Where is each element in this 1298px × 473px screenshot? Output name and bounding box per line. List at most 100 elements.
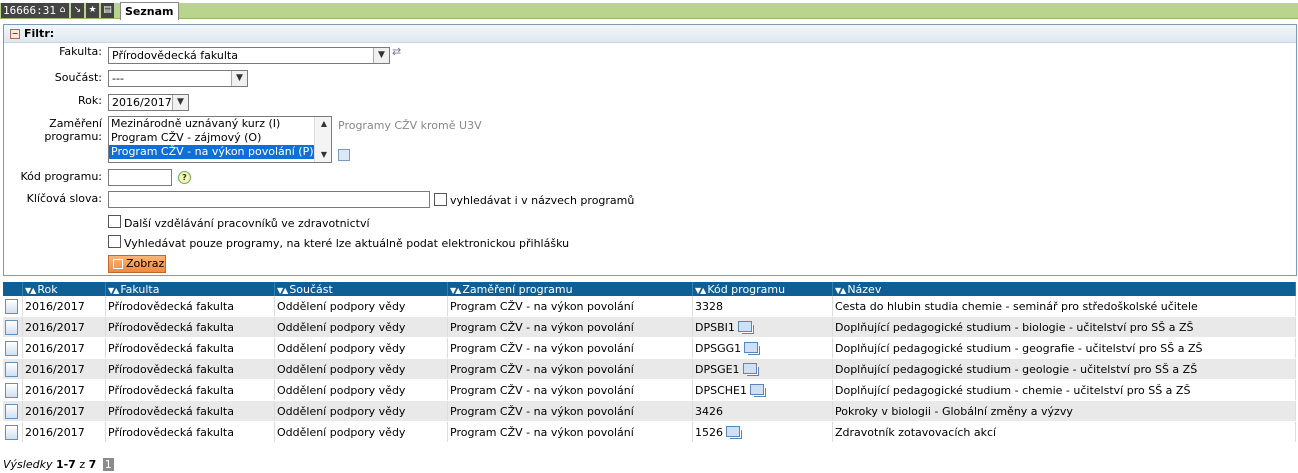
kod-input[interactable]: [108, 169, 172, 186]
document-icon[interactable]: [5, 340, 18, 356]
zdravotnictvi-checkbox[interactable]: [108, 215, 121, 228]
table-row[interactable]: 2016/2017 Přírodovědecká fakulta Oddělení …: [3, 337, 1296, 359]
nazev-value: Doplňující pedagogické studium - geograf…: [835, 341, 1203, 355]
table-row[interactable]: 2016/2017 Přírodovědecká fakulta Oddělení …: [3, 358, 1296, 380]
cell-nazev[interactable]: Pokroky v biologii - Globální změny a vý…: [832, 400, 1296, 422]
document-icon[interactable]: [5, 382, 18, 398]
column-header-fakulta[interactable]: ▼▲ Fakulta: [105, 282, 275, 296]
row-icon-cell[interactable]: [3, 358, 23, 380]
tab-seznam[interactable]: Seznam: [120, 2, 179, 20]
column-header-nazev[interactable]: ▼▲ Název: [832, 282, 1296, 296]
row-icon-cell[interactable]: [3, 296, 23, 317]
copy-icon[interactable]: [338, 149, 350, 161]
zamereni-label: Zaměření programu:: [44, 117, 102, 143]
cell-fakulta: Přírodovědecká fakulta: [105, 296, 275, 317]
zamereni-option-selected[interactable]: Program CŽV - na výkon povolání (P): [109, 145, 331, 159]
row-icon-cell[interactable]: [3, 400, 23, 422]
cell-nazev[interactable]: Doplňující pedagogické studium - chemie …: [832, 379, 1296, 401]
results-label: Výsledky: [3, 458, 53, 471]
klicova-label: Klíčová slova:: [26, 192, 102, 205]
cell-fakulta: Přírodovědecká fakulta: [105, 316, 275, 338]
zamereni-option[interactable]: Mezinárodně uznávaný kurz (I): [109, 117, 331, 131]
document-icon[interactable]: [5, 403, 18, 419]
page-link[interactable]: 1: [102, 458, 114, 471]
stacked-windows-icon[interactable]: [726, 425, 740, 437]
soucast-select[interactable]: --- ▼: [108, 70, 248, 87]
chevron-down-icon: ▼: [172, 95, 188, 110]
column-header-kod[interactable]: ▼▲ Kód programu: [692, 282, 833, 296]
cell-nazev[interactable]: Zdravotník zotavovacích akcí: [832, 421, 1296, 443]
zamereni-note: Programy CŽV kromě U3V: [338, 119, 482, 132]
home-icon[interactable]: ⌂: [56, 3, 69, 18]
sort-arrows-icon[interactable]: ▼▲: [695, 286, 706, 295]
star-icon[interactable]: ★: [86, 3, 99, 18]
stacked-windows-icon[interactable]: [744, 341, 759, 353]
scroll-up-icon[interactable]: ▲: [317, 117, 331, 131]
table-row[interactable]: 2016/2017 Přírodovědecká fakulta Oddělení …: [3, 296, 1296, 317]
document-icon[interactable]: [5, 298, 18, 314]
table-row[interactable]: 2016/2017 Přírodovědecká fakulta Oddělení …: [3, 421, 1296, 443]
soucast-value: ---: [112, 72, 124, 85]
cell-nazev[interactable]: Doplňující pedagogické studium - geograf…: [832, 337, 1296, 359]
listbox-scrollbar[interactable]: ▲ ▼: [314, 117, 331, 162]
document-icon[interactable]: [5, 319, 18, 335]
cell-kod: DPSGG1: [692, 337, 833, 359]
sort-arrows-icon[interactable]: ▼▲: [835, 286, 846, 295]
row-icon-cell[interactable]: [3, 379, 23, 401]
row-icon-cell[interactable]: [3, 337, 23, 359]
zamereni-listbox[interactable]: Mezinárodně uznávaný kurz (I) Program CŽ…: [108, 116, 332, 163]
rok-value: 2016/2017: [25, 425, 85, 439]
refresh-icon[interactable]: ⇄: [392, 45, 401, 58]
column-header-rok[interactable]: ▼▲ Rok: [22, 282, 106, 296]
stacked-windows-icon[interactable]: [742, 362, 757, 374]
top-bar: 16666:31 ⌂ ↘ ★ ▤ Seznam: [0, 0, 1298, 20]
keywords-input[interactable]: [108, 191, 430, 208]
sort-arrows-icon[interactable]: ▼▲: [108, 286, 119, 295]
help-icon[interactable]: ?: [178, 171, 191, 184]
row-icon-cell[interactable]: [3, 316, 23, 338]
filter-header[interactable]: − Filtr:: [4, 25, 1296, 43]
zobraz-button[interactable]: Zobraz: [108, 255, 166, 273]
zamereni-option[interactable]: Program CŽV - zájmový (O): [109, 131, 331, 145]
document-icon[interactable]: [5, 361, 18, 377]
table-header-row: ▼▲ Rok ▼▲ Fakulta ▼▲ Součást ▼▲ Zaměření pro…: [3, 282, 1296, 296]
table-row[interactable]: 2016/2017 Přírodovědecká fakulta Oddělení …: [3, 316, 1296, 338]
rok-select[interactable]: 2016/2017 ▼: [108, 94, 189, 111]
cell-nazev[interactable]: Doplňující pedagogické studium - biologi…: [832, 316, 1296, 338]
icon-column-header: [3, 282, 23, 296]
sort-arrows-icon[interactable]: ▼▲: [277, 286, 288, 295]
zobraz-label: Zobraz: [126, 257, 165, 270]
cell-soucast: Oddělení podpory vědy: [274, 316, 448, 338]
cell-zamereni: Program CŽV - na výkon povolání: [447, 400, 693, 422]
cell-nazev[interactable]: Cesta do hlubin studia chemie - seminář …: [832, 296, 1296, 317]
kod-value: DPSCHE1: [695, 383, 747, 397]
collapse-icon[interactable]: −: [10, 29, 20, 39]
column-header-zamereni[interactable]: ▼▲ Zaměření programu: [447, 282, 693, 296]
sort-arrows-icon[interactable]: ▼▲: [25, 286, 36, 295]
cell-nazev[interactable]: Doplňující pedagogické studium - geologi…: [832, 358, 1296, 380]
nazev-value: Zdravotník zotavovacích akcí: [835, 425, 997, 439]
sort-arrows-icon[interactable]: ▼▲: [450, 286, 461, 295]
fakulta-value: Přírodovědecká fakulta: [108, 425, 234, 439]
row-icon-cell[interactable]: [3, 421, 23, 443]
kod-value: DPSGG1: [695, 341, 742, 355]
prihlaska-label: Vyhledávat pouze programy, na které lze …: [124, 237, 570, 250]
stacked-windows-icon[interactable]: [737, 320, 752, 332]
search-names-checkbox[interactable]: [434, 193, 447, 206]
prihlaska-checkbox[interactable]: [108, 235, 121, 248]
soucast-value: Oddělení podpory vědy: [277, 320, 406, 334]
cell-fakulta: Přírodovědecká fakulta: [105, 421, 275, 443]
column-header-soucast[interactable]: ▼▲ Součást: [274, 282, 448, 296]
document-icon[interactable]: [5, 424, 18, 440]
print-icon[interactable]: ▤: [101, 3, 114, 18]
table-row[interactable]: 2016/2017 Přírodovědecká fakulta Oddělení …: [3, 379, 1296, 401]
kod-value: DPSGE1: [695, 362, 740, 376]
scroll-down-icon[interactable]: ▼: [317, 148, 331, 162]
cell-fakulta: Přírodovědecká fakulta: [105, 337, 275, 359]
table-row[interactable]: 2016/2017 Přírodovědecká fakulta Oddělení …: [3, 400, 1296, 422]
cell-rok: 2016/2017: [22, 400, 106, 422]
fakulta-select[interactable]: Přírodovědecká fakulta ▼: [108, 47, 390, 64]
arrow-down-right-icon[interactable]: ↘: [71, 3, 84, 18]
stacked-windows-icon[interactable]: [750, 383, 764, 395]
kod-value: 1526: [695, 425, 723, 439]
